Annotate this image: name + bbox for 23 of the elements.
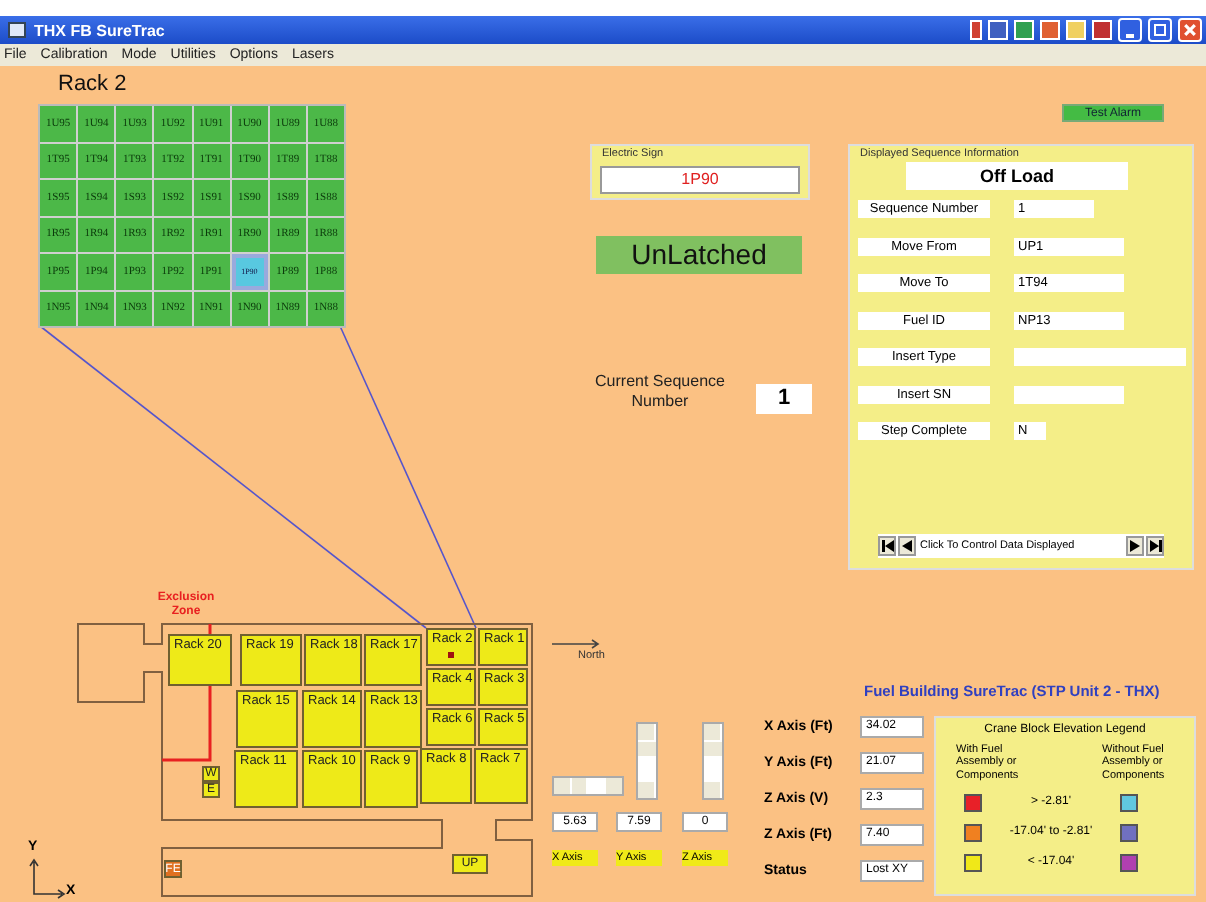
close-icon: [1182, 22, 1198, 38]
close-button[interactable]: [1178, 18, 1202, 42]
last-record-button[interactable]: [1146, 536, 1164, 556]
first-record-button[interactable]: [878, 536, 896, 556]
app-icon: [8, 22, 26, 38]
vertical-scrollbar[interactable]: [636, 722, 658, 800]
electric-sign-field: 1P90: [600, 166, 800, 194]
vertical-scrollbar[interactable]: [702, 722, 724, 800]
current-sequence-label: Current Sequence Number: [593, 372, 727, 414]
minimize-button[interactable]: [1118, 18, 1142, 42]
axes-arrow-drawing: [29, 858, 66, 899]
latch-status: UnLatched: [596, 236, 802, 274]
previous-record-button[interactable]: [898, 536, 916, 556]
toolbar-icon[interactable]: [970, 20, 982, 40]
restore-button[interactable]: [1148, 18, 1172, 42]
rack-title: Rack 2: [58, 72, 127, 96]
next-record-button[interactable]: [1126, 536, 1144, 556]
operation-label: Off Load: [906, 162, 1128, 190]
horizontal-scrollbar[interactable]: [552, 776, 624, 796]
north-arrow: [551, 639, 600, 649]
current-sequence-value: 1: [756, 384, 812, 414]
window-title: THX FB SureTrac: [34, 21, 165, 39]
field-value: [1014, 385, 1124, 403]
